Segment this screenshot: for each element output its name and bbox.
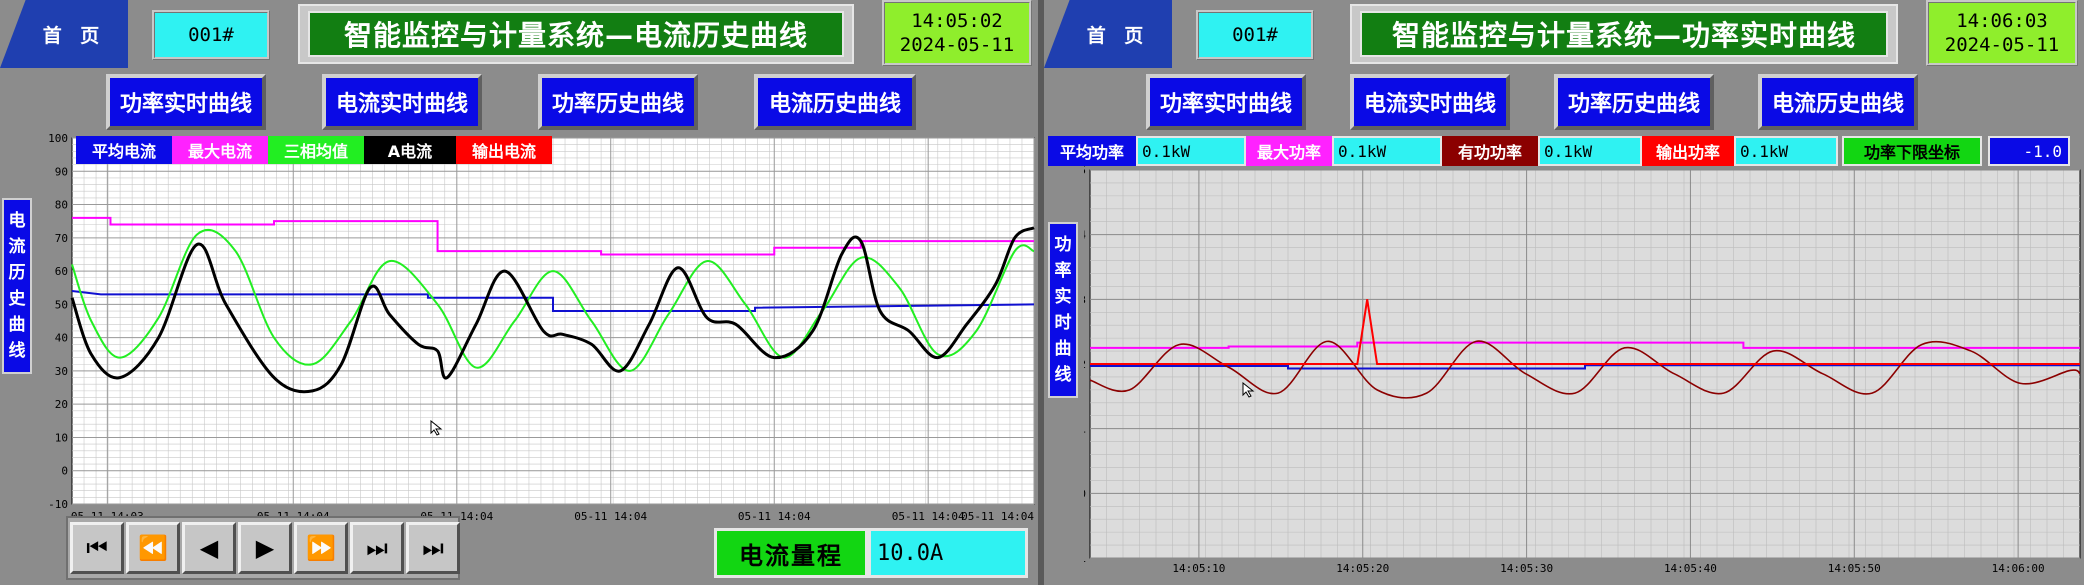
y-tick-label: 70 (55, 232, 68, 245)
title-frame: 智能监控与计量系统—电流历史曲线 (298, 4, 854, 64)
power-stats-bar: 平均功率 0.1kW 最大功率 0.1kW 有功功率 0.1kW 输出功率 0.… (1048, 136, 2070, 166)
x-tick-label: 14:06:00 (1992, 562, 2045, 575)
y-tick-label: 4 (1084, 229, 1086, 242)
x-tick-label: 05-11 14:04 (892, 510, 965, 523)
home-button[interactable]: 首 页 (1044, 0, 1172, 68)
vertical-axis-title: 功率实时曲线 (1048, 222, 1078, 398)
stat-output-power-value: 0.1kW (1734, 136, 1838, 166)
vertical-axis-title-text: 电流历史曲线 (8, 211, 26, 361)
x-tick-label: 14:05:20 (1336, 562, 1389, 575)
page-title: 智能监控与计量系统—功率实时曲线 (1360, 11, 1888, 57)
clock-time: 14:06:03 (1956, 10, 2048, 32)
stat-output-power-label: 输出功率 (1642, 136, 1734, 166)
nav-power-realtime-button[interactable]: 功率实时曲线 (106, 74, 266, 130)
y-tick-label: 50 (55, 298, 68, 311)
power-realtime-chart[interactable]: -1 0 1 2 3 4 5 14:05:10 14:05:20 14:05:30 14:05:40… (1084, 166, 2084, 585)
legend-a-current: A电流 (364, 136, 456, 164)
x-tick-label: 14:05:10 (1172, 562, 1225, 575)
nav-current-history-button[interactable]: 电流历史曲线 (754, 74, 916, 130)
nav-power-realtime-button[interactable]: 功率实时曲线 (1146, 74, 1306, 130)
device-id-box[interactable]: 001# (152, 10, 270, 60)
jump-end-icon[interactable]: ⏭ (406, 522, 460, 574)
stat-avg-power-value: 0.1kW (1136, 136, 1246, 166)
y-tick-label: 20 (55, 398, 68, 411)
y-tick-label: 80 (55, 199, 68, 212)
vertical-axis-title-text: 功率实时曲线 (1054, 235, 1072, 385)
y-tick-label: 3 (1084, 293, 1086, 306)
current-range-label: 电流量程 (714, 528, 868, 578)
y-tick-label: 60 (55, 265, 68, 278)
left-legend: 平均电流 最大电流 三相均值 A电流 输出电流 (76, 136, 552, 164)
legend-max-current: 最大电流 (172, 136, 268, 164)
home-button[interactable]: 首 页 (0, 0, 128, 68)
lower-bound-value[interactable]: -1.0 (1988, 136, 2070, 166)
last-page-icon[interactable]: ⏭ (350, 522, 404, 574)
x-tick-label: 14:05:30 (1500, 562, 1553, 575)
stat-max-power-label: 最大功率 (1246, 136, 1332, 166)
stat-active-power-label: 有功功率 (1442, 136, 1538, 166)
y-tick-label: -10 (48, 498, 68, 511)
y-tick-label: 0 (61, 465, 68, 478)
lower-bound-label: 功率下限坐标 (1842, 136, 1982, 166)
legend-three-phase-avg: 三相均值 (268, 136, 364, 164)
page-title: 智能监控与计量系统—电流历史曲线 (308, 11, 844, 57)
x-tick-label: 14:05:40 (1664, 562, 1717, 575)
right-panel: 首 页 001# 智能监控与计量系统—功率实时曲线 14:06:03 2024-… (1044, 0, 2084, 585)
x-tick-label: 14:05:50 (1828, 562, 1881, 575)
y-tick-label: 90 (55, 165, 68, 178)
legend-avg-current: 平均电流 (76, 136, 172, 164)
nav-power-history-button[interactable]: 功率历史曲线 (538, 74, 698, 130)
fast-forward-icon[interactable]: ⏩ (294, 522, 348, 574)
nav-power-history-button[interactable]: 功率历史曲线 (1554, 74, 1714, 130)
x-tick-label: 05-11 14:04 (574, 510, 647, 523)
nav-current-history-button[interactable]: 电流历史曲线 (1758, 74, 1918, 130)
legend-output-current: 输出电流 (456, 136, 552, 164)
clock-date: 2024-05-11 (899, 34, 1015, 56)
y-tick-label: 5 (1084, 166, 1086, 177)
stat-active-power-value: 0.1kW (1538, 136, 1642, 166)
title-frame: 智能监控与计量系统—功率实时曲线 (1350, 4, 1898, 64)
current-range-value[interactable]: 10.0A (868, 528, 1028, 578)
clock-display: 14:05:02 2024-05-11 (882, 0, 1032, 66)
y-tick-label: 100 (48, 132, 68, 145)
step-back-icon[interactable]: ◀ (182, 522, 236, 574)
y-tick-label: 30 (55, 365, 68, 378)
stat-avg-power-label: 平均功率 (1048, 136, 1136, 166)
nav-current-realtime-button[interactable]: 电流实时曲线 (322, 74, 482, 130)
y-tick-label: 2 (1084, 358, 1086, 371)
y-tick-label: 40 (55, 332, 68, 345)
left-panel: 首 页 001# 智能监控与计量系统—电流历史曲线 14:05:02 2024-… (0, 0, 1038, 585)
fast-rewind-icon[interactable]: ⏪ (126, 522, 180, 574)
device-id-box[interactable]: 001# (1196, 10, 1314, 60)
y-tick-label: 10 (55, 431, 68, 444)
y-tick-label: -1 (1084, 552, 1086, 565)
clock-date: 2024-05-11 (1944, 34, 2060, 56)
y-tick-label: 1 (1084, 423, 1086, 436)
mouse-cursor-icon (1242, 382, 1255, 398)
nav-current-realtime-button[interactable]: 电流实时曲线 (1350, 74, 1510, 130)
x-tick-label: 05-11 14:04 (961, 510, 1034, 523)
step-forward-icon[interactable]: ▶ (238, 522, 292, 574)
mouse-cursor-icon (430, 420, 443, 436)
clock-time: 14:05:02 (911, 10, 1003, 32)
first-page-icon[interactable]: ⏮ (70, 522, 124, 574)
clock-display: 14:06:03 2024-05-11 (1926, 0, 2078, 66)
stat-max-power-value: 0.1kW (1332, 136, 1442, 166)
vertical-axis-title: 电流历史曲线 (2, 198, 32, 374)
x-tick-label: 05-11 14:04 (738, 510, 811, 523)
y-tick-label: 0 (1084, 487, 1086, 500)
current-history-chart[interactable]: -10010203040506070809010005-11 14:0305-1… (40, 130, 1038, 530)
